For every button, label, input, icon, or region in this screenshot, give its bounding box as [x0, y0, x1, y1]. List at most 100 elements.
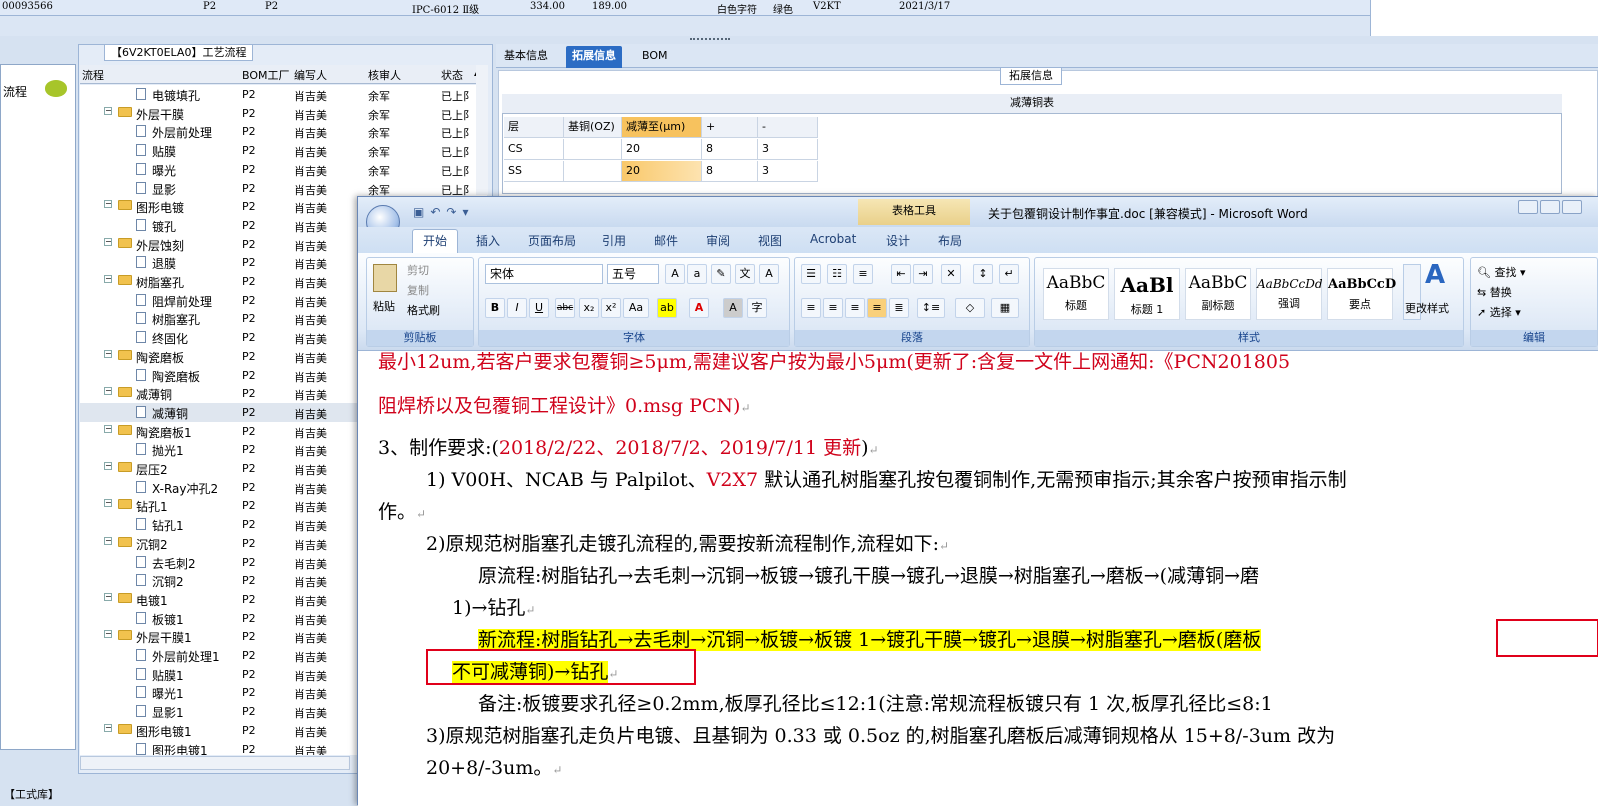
- line-spacing-icon[interactable]: ↕≡: [917, 298, 945, 318]
- multilevel-list-icon[interactable]: ≡: [853, 264, 873, 284]
- phonetic-icon[interactable]: 文: [735, 264, 755, 284]
- table-header-cell[interactable]: 层: [504, 117, 564, 138]
- table-cell[interactable]: [564, 161, 622, 182]
- window-controls[interactable]: [1518, 200, 1598, 218]
- table-cell[interactable]: 8: [702, 139, 758, 160]
- collapse-icon[interactable]: −: [104, 499, 112, 508]
- tab-bom[interactable]: BOM: [636, 46, 674, 68]
- collapse-icon[interactable]: −: [104, 592, 112, 601]
- ribbon-tab[interactable]: 页面布局: [528, 232, 576, 249]
- table-cell[interactable]: 3: [758, 139, 818, 160]
- collapse-icon[interactable]: −: [104, 275, 112, 283]
- tab-basic-info[interactable]: 基本信息: [498, 46, 554, 68]
- collapse-icon[interactable]: −: [104, 349, 112, 358]
- superscript-icon[interactable]: x²: [601, 298, 621, 318]
- align-right-icon[interactable]: ≡: [845, 298, 865, 318]
- restore-icon[interactable]: [1540, 200, 1560, 214]
- highlight-icon[interactable]: ab: [657, 298, 677, 318]
- change-case-icon[interactable]: Aa: [623, 298, 649, 318]
- ribbon-tab[interactable]: 审阅: [706, 232, 730, 249]
- subscript-icon[interactable]: x₂: [579, 298, 599, 318]
- ribbon-tab[interactable]: 设计: [886, 232, 910, 249]
- table-cell[interactable]: [564, 139, 622, 160]
- tab-extended-info[interactable]: 拓展信息: [566, 46, 622, 68]
- document-body[interactable]: 最小12um,若客户要求包覆铜≥5μm,需建议客户按为最小5μm(更新了:含复一…: [358, 351, 1598, 806]
- left-panel-label[interactable]: 流程: [3, 83, 27, 100]
- table-header-cell[interactable]: +: [702, 117, 758, 138]
- splitter-grip[interactable]: [690, 38, 730, 42]
- shrink-font-icon[interactable]: a: [687, 264, 707, 284]
- quick-access-toolbar[interactable]: ▣↶↷▾: [413, 205, 474, 219]
- numbering-icon[interactable]: ☷: [827, 264, 847, 284]
- grow-font-icon[interactable]: A: [665, 264, 685, 284]
- decrease-indent-icon[interactable]: ⇤: [891, 264, 911, 284]
- table-cell[interactable]: 3: [758, 161, 818, 182]
- header-reviewer[interactable]: 核审人: [368, 67, 401, 83]
- paste-icon[interactable]: [373, 264, 397, 292]
- ribbon-tab[interactable]: 引用: [602, 232, 626, 249]
- select-button[interactable]: ➚ 选择 ▾: [1477, 304, 1521, 320]
- distributed-icon[interactable]: ≣: [889, 298, 909, 318]
- collapse-icon[interactable]: −: [104, 387, 112, 396]
- clear-format-icon[interactable]: ✎: [711, 264, 731, 284]
- italic-icon[interactable]: I: [507, 298, 527, 318]
- table-row[interactable]: − 外层干膜 P2 肖吉美 余军 已上阝: [80, 104, 487, 123]
- collapse-icon[interactable]: −: [104, 536, 112, 545]
- table-row[interactable]: 外层前处理 P2 肖吉美 余军 已上阝: [80, 122, 487, 141]
- change-styles-icon[interactable]: A: [1425, 260, 1445, 290]
- enclose-char-icon[interactable]: 字: [747, 298, 767, 318]
- ribbon-tab[interactable]: 开始: [412, 229, 459, 253]
- workflow-vscroll[interactable]: [476, 65, 488, 195]
- ribbon-tab[interactable]: 邮件: [654, 232, 678, 249]
- splitter-bar[interactable]: [0, 16, 1370, 36]
- cut-button[interactable]: 剪切: [407, 262, 429, 278]
- collapse-icon[interactable]: −: [104, 462, 112, 470]
- collapse-icon[interactable]: −: [104, 237, 112, 246]
- style-swatch[interactable]: AaBbC 副标题: [1185, 268, 1251, 320]
- minimize-icon[interactable]: [1518, 200, 1538, 214]
- table-cell[interactable]: CS: [504, 139, 564, 160]
- change-styles-button[interactable]: 更改样式: [1405, 300, 1449, 316]
- chat-bubble-icon[interactable]: [45, 80, 67, 97]
- increase-indent-icon[interactable]: ⇥: [913, 264, 933, 284]
- ribbon-tab[interactable]: Acrobat: [810, 232, 856, 246]
- paste-button[interactable]: 粘贴: [373, 298, 395, 314]
- copy-button[interactable]: 复制: [407, 282, 429, 298]
- workflow-hscroll[interactable]: [80, 756, 350, 770]
- table-cell[interactable]: 20: [622, 139, 702, 160]
- char-shading-icon[interactable]: A: [723, 298, 743, 318]
- replace-button[interactable]: ⇆ 替换: [1477, 284, 1512, 300]
- bullets-icon[interactable]: ☰: [801, 264, 821, 284]
- shading-icon[interactable]: ◇: [955, 298, 985, 318]
- top-grid-row[interactable]: 00093566 P2 P2 IPC-6012 Ⅱ级 334.00 189.00…: [0, 0, 1370, 16]
- header-flow[interactable]: 流程: [82, 67, 104, 83]
- word-titlebar[interactable]: ▣↶↷▾ 表格工具 关于包覆铜设计制作事宜.doc [兼容模式] - Micro…: [358, 197, 1598, 239]
- header-status[interactable]: 状态: [441, 67, 463, 83]
- borders-icon[interactable]: ▦: [991, 298, 1019, 318]
- collapse-icon[interactable]: −: [104, 200, 112, 209]
- asian-layout-icon[interactable]: ✕: [941, 264, 961, 284]
- table-cell[interactable]: 8: [702, 161, 758, 182]
- word-window[interactable]: ▣↶↷▾ 表格工具 关于包覆铜设计制作事宜.doc [兼容模式] - Micro…: [357, 196, 1598, 806]
- justify-icon[interactable]: ≡: [867, 298, 887, 318]
- header-writer[interactable]: 编写人: [294, 67, 327, 83]
- table-row[interactable]: 贴膜 P2 肖吉美 余军 已上阝: [80, 141, 487, 160]
- collapse-icon[interactable]: −: [104, 106, 112, 115]
- table-row[interactable]: 显影 P2 肖吉美 余军 已上阝: [80, 179, 487, 198]
- table-row[interactable]: 电镀填孔 P2 肖吉美 余军 已上阝: [80, 85, 487, 104]
- show-marks-icon[interactable]: ↵: [999, 264, 1019, 284]
- strikethrough-icon[interactable]: abc: [555, 298, 575, 318]
- style-swatch[interactable]: AaBbCcDd 强调: [1256, 268, 1323, 320]
- font-size-combo[interactable]: 五号: [607, 264, 659, 284]
- table-row[interactable]: 曝光 P2 肖吉美 余军 已上阝: [80, 160, 487, 179]
- bold-icon[interactable]: B: [485, 298, 505, 318]
- table-header-cell[interactable]: -: [758, 117, 818, 138]
- ribbon-tab[interactable]: 布局: [938, 232, 962, 249]
- collapse-icon[interactable]: −: [104, 424, 112, 433]
- sort-icon[interactable]: ↕: [973, 264, 993, 284]
- underline-icon[interactable]: U: [529, 298, 549, 318]
- format-painter-button[interactable]: 格式刷: [407, 302, 440, 318]
- ribbon-tab[interactable]: 视图: [758, 232, 782, 249]
- align-center-icon[interactable]: ≡: [823, 298, 843, 318]
- table-cell[interactable]: 20: [622, 161, 702, 182]
